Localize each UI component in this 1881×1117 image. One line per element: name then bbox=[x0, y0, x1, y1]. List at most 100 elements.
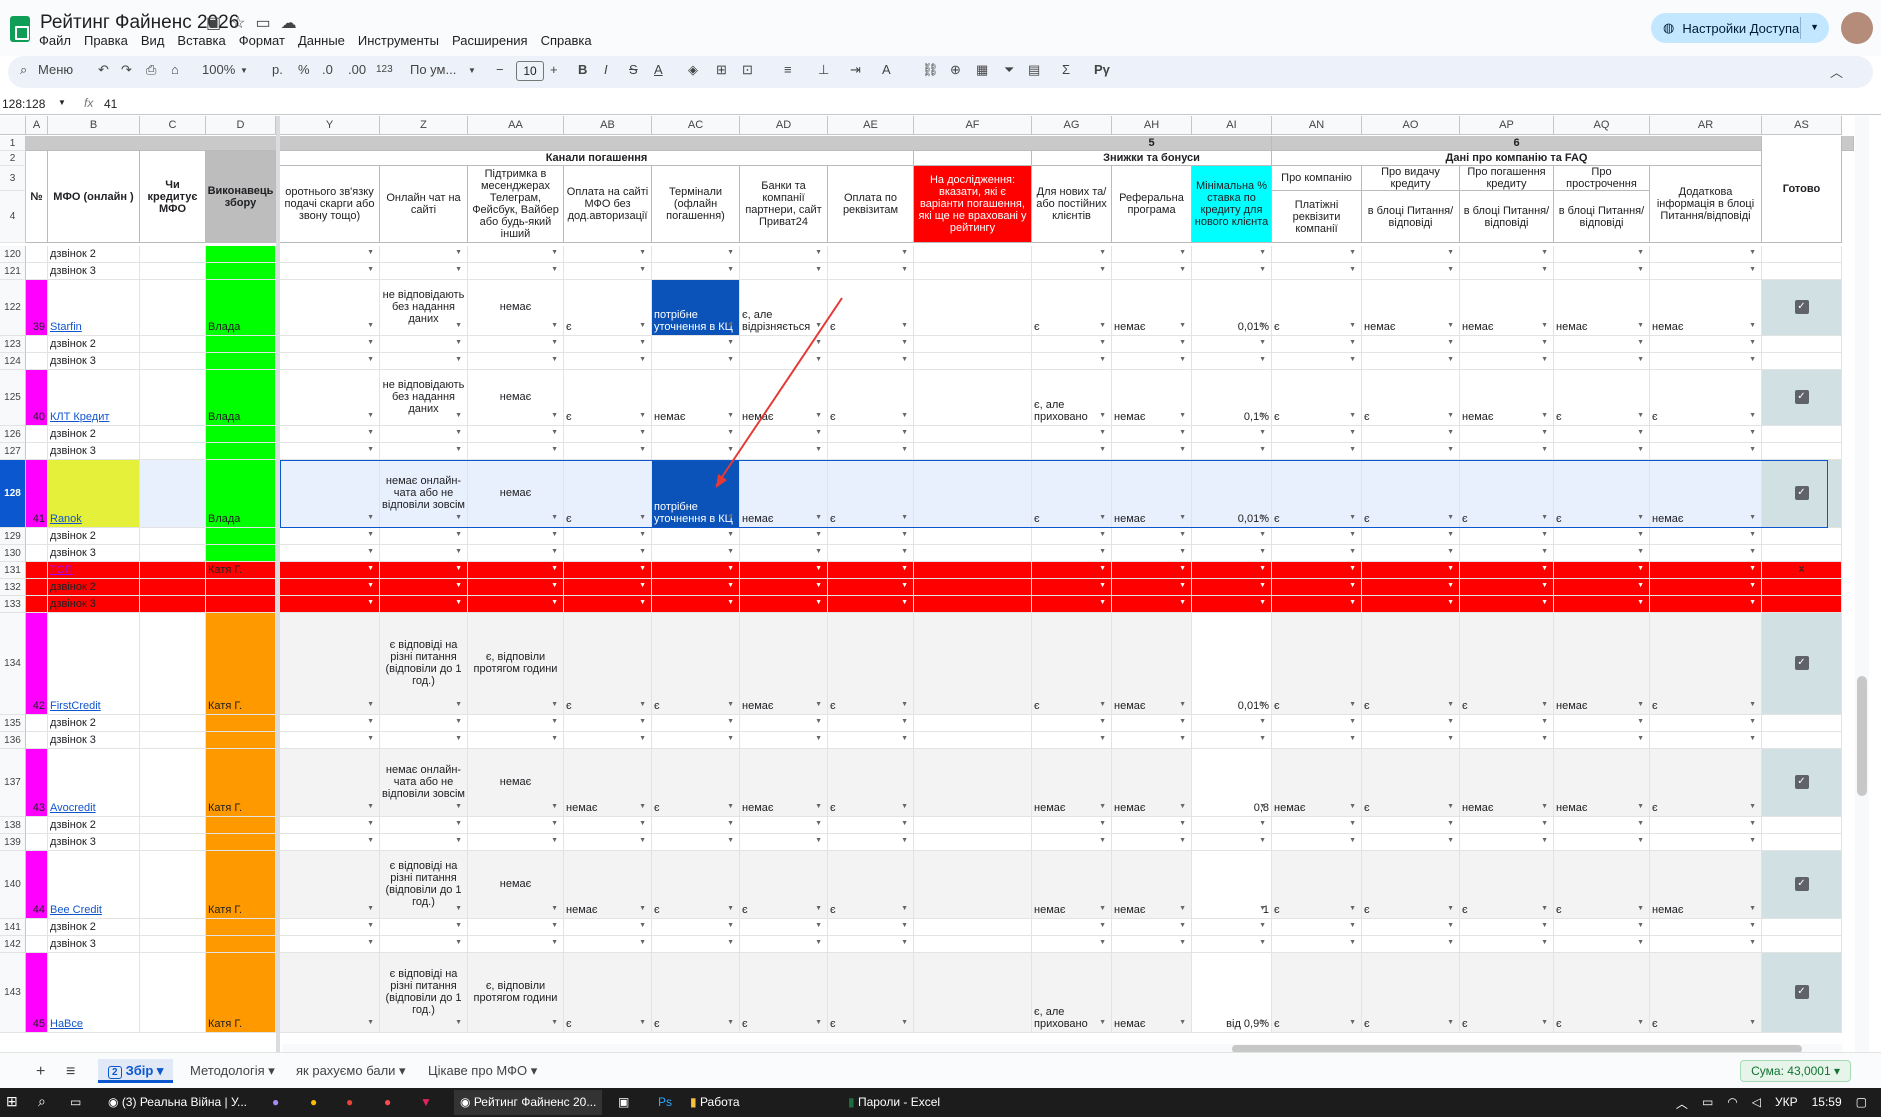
row-header[interactable]: 4 bbox=[0, 191, 26, 243]
cell-aa[interactable]: ▼ bbox=[468, 579, 564, 596]
dropdown-arrow-icon[interactable]: ▼ bbox=[551, 410, 558, 422]
column-subtitle[interactable]: в блоці Питання/відповіді bbox=[1460, 191, 1554, 243]
row-number[interactable] bbox=[26, 715, 48, 732]
cell-ah[interactable]: ▼ bbox=[1112, 919, 1192, 936]
dropdown-arrow-icon[interactable]: ▼ bbox=[727, 903, 734, 915]
dropdown-arrow-icon[interactable]: ▼ bbox=[1259, 1017, 1266, 1029]
cell-y[interactable]: ▼ bbox=[280, 953, 380, 1033]
dropdown-arrow-icon[interactable]: ▼ bbox=[815, 546, 822, 558]
cell-ap[interactable]: ▼ bbox=[1460, 919, 1554, 936]
cell-ap[interactable]: є ▼ bbox=[1460, 851, 1554, 919]
cell-af[interactable] bbox=[914, 443, 1032, 460]
cell-ac[interactable]: ▼ bbox=[652, 936, 740, 953]
dropdown-arrow-icon[interactable]: ▼ bbox=[551, 444, 558, 456]
dropdown-arrow-icon[interactable]: ▼ bbox=[901, 716, 908, 728]
dropdown-arrow-icon[interactable]: ▼ bbox=[455, 835, 462, 847]
dropdown-arrow-icon[interactable]: ▼ bbox=[367, 512, 374, 524]
cell-aa[interactable]: ▼ bbox=[468, 246, 564, 263]
menu-item[interactable]: Вставка bbox=[177, 33, 225, 48]
row-number[interactable] bbox=[26, 336, 48, 353]
cell-ap[interactable]: ▼ bbox=[1460, 263, 1554, 280]
cell-ac[interactable]: ▼ bbox=[652, 528, 740, 545]
search-icon[interactable]: ⌕ bbox=[38, 1093, 46, 1110]
credit-cell[interactable] bbox=[140, 562, 206, 579]
mfo-link[interactable]: FirstCredit bbox=[48, 613, 140, 715]
row-number[interactable] bbox=[26, 443, 48, 460]
dropdown-arrow-icon[interactable]: ▼ bbox=[1541, 835, 1548, 847]
cell-an[interactable]: немає ▼ bbox=[1272, 749, 1362, 817]
cell-ad[interactable]: ▼ bbox=[740, 545, 828, 562]
cell-y[interactable]: ▼ bbox=[280, 353, 380, 370]
dropdown-arrow-icon[interactable]: ▼ bbox=[367, 247, 374, 259]
dropdown-arrow-icon[interactable]: ▼ bbox=[727, 733, 734, 745]
cell-ab[interactable]: ▼ bbox=[564, 426, 652, 443]
dropdown-arrow-icon[interactable]: ▼ bbox=[551, 920, 558, 932]
dropdown-arrow-icon[interactable]: ▼ bbox=[1447, 818, 1454, 830]
star-icon[interactable]: ☆ bbox=[231, 13, 245, 33]
cell-ae[interactable]: ▼ bbox=[828, 545, 914, 562]
credit-cell[interactable] bbox=[140, 749, 206, 817]
column-header[interactable]: AQ bbox=[1554, 116, 1650, 135]
dropdown-arrow-icon[interactable]: ▼ bbox=[727, 835, 734, 847]
cell-z[interactable]: не відповідають без надання даних ▼ bbox=[380, 280, 468, 336]
dropdown-arrow-icon[interactable]: ▼ bbox=[551, 716, 558, 728]
cell[interactable]: дзвінок 2 bbox=[48, 246, 140, 263]
row-header[interactable]: 138 bbox=[0, 817, 26, 834]
dropdown-arrow-icon[interactable]: ▼ bbox=[815, 512, 822, 524]
row-header[interactable]: 130 bbox=[0, 545, 26, 562]
dropdown-arrow-icon[interactable]: ▼ bbox=[815, 444, 822, 456]
dropdown-arrow-icon[interactable]: ▼ bbox=[1179, 835, 1186, 847]
cell-ab[interactable]: ▼ bbox=[564, 817, 652, 834]
cell-af[interactable] bbox=[914, 426, 1032, 443]
dropdown-arrow-icon[interactable]: ▼ bbox=[455, 920, 462, 932]
filter-icon[interactable]: ⏷ bbox=[1004, 62, 1014, 78]
cell-z[interactable]: є відповіді на різні питання (відповіли … bbox=[380, 613, 468, 715]
battery-icon[interactable]: ▭ bbox=[1702, 1095, 1713, 1112]
dropdown-arrow-icon[interactable]: ▼ bbox=[1179, 716, 1186, 728]
cell-ar[interactable]: ▼ bbox=[1650, 936, 1762, 953]
taskbar-item[interactable]: ▮ Работа bbox=[690, 1095, 740, 1109]
dropdown-arrow-icon[interactable]: ▼ bbox=[727, 920, 734, 932]
cell-ai[interactable]: 0,01% ▼ bbox=[1192, 460, 1272, 528]
dropdown-arrow-icon[interactable]: ▼ bbox=[727, 264, 734, 276]
cell-ag[interactable]: ▼ bbox=[1032, 562, 1112, 579]
cell-ag[interactable]: ▼ bbox=[1032, 936, 1112, 953]
done-cell[interactable] bbox=[1762, 528, 1842, 545]
done-cell[interactable] bbox=[1762, 263, 1842, 280]
dropdown-arrow-icon[interactable]: ▼ bbox=[1541, 354, 1548, 366]
column-header[interactable]: D bbox=[206, 116, 276, 135]
dropdown-arrow-icon[interactable]: ▼ bbox=[551, 1017, 558, 1029]
cell-ad[interactable]: ▼ bbox=[740, 834, 828, 851]
cell-an[interactable]: ▼ bbox=[1272, 596, 1362, 613]
cell-ab[interactable]: ▼ bbox=[564, 246, 652, 263]
dropdown-arrow-icon[interactable]: ▼ bbox=[639, 716, 646, 728]
formula-input[interactable]: 41 bbox=[104, 97, 117, 111]
cell-ah[interactable]: немає ▼ bbox=[1112, 613, 1192, 715]
cell-z[interactable]: ▼ bbox=[380, 353, 468, 370]
cell-ai[interactable]: ▼ bbox=[1192, 336, 1272, 353]
cell-y[interactable]: ▼ bbox=[280, 426, 380, 443]
done-cell[interactable]: ✓ bbox=[1762, 749, 1842, 817]
dropdown-arrow-icon[interactable]: ▼ bbox=[1259, 716, 1266, 728]
dropdown-arrow-icon[interactable]: ▼ bbox=[1637, 354, 1644, 366]
dropdown-arrow-icon[interactable]: ▼ bbox=[639, 427, 646, 439]
cell-ap[interactable]: ▼ bbox=[1460, 528, 1554, 545]
dropdown-arrow-icon[interactable]: ▼ bbox=[1349, 937, 1356, 949]
cell-y[interactable]: ▼ bbox=[280, 732, 380, 749]
cell-ao[interactable]: немає ▼ bbox=[1362, 280, 1460, 336]
cell-z[interactable]: ▼ bbox=[380, 817, 468, 834]
column-title[interactable]: Реферальна програма bbox=[1112, 166, 1192, 243]
group-header[interactable]: Канали погашення bbox=[280, 151, 914, 166]
cell-ac[interactable]: ▼ bbox=[652, 732, 740, 749]
cell-ap[interactable]: ▼ bbox=[1460, 732, 1554, 749]
cell-ah[interactable]: ▼ bbox=[1112, 817, 1192, 834]
dropdown-arrow-icon[interactable]: ▼ bbox=[1099, 716, 1106, 728]
dropdown-arrow-icon[interactable]: ▼ bbox=[727, 580, 734, 592]
dropdown-arrow-icon[interactable]: ▼ bbox=[1099, 529, 1106, 541]
cell-af[interactable] bbox=[914, 953, 1032, 1033]
dropdown-arrow-icon[interactable]: ▼ bbox=[455, 801, 462, 813]
cell-aq[interactable]: ▼ bbox=[1554, 817, 1650, 834]
cell-ar[interactable]: ▼ bbox=[1650, 336, 1762, 353]
dropdown-arrow-icon[interactable]: ▼ bbox=[1637, 920, 1644, 932]
dropdown-arrow-icon[interactable]: ▼ bbox=[1447, 733, 1454, 745]
